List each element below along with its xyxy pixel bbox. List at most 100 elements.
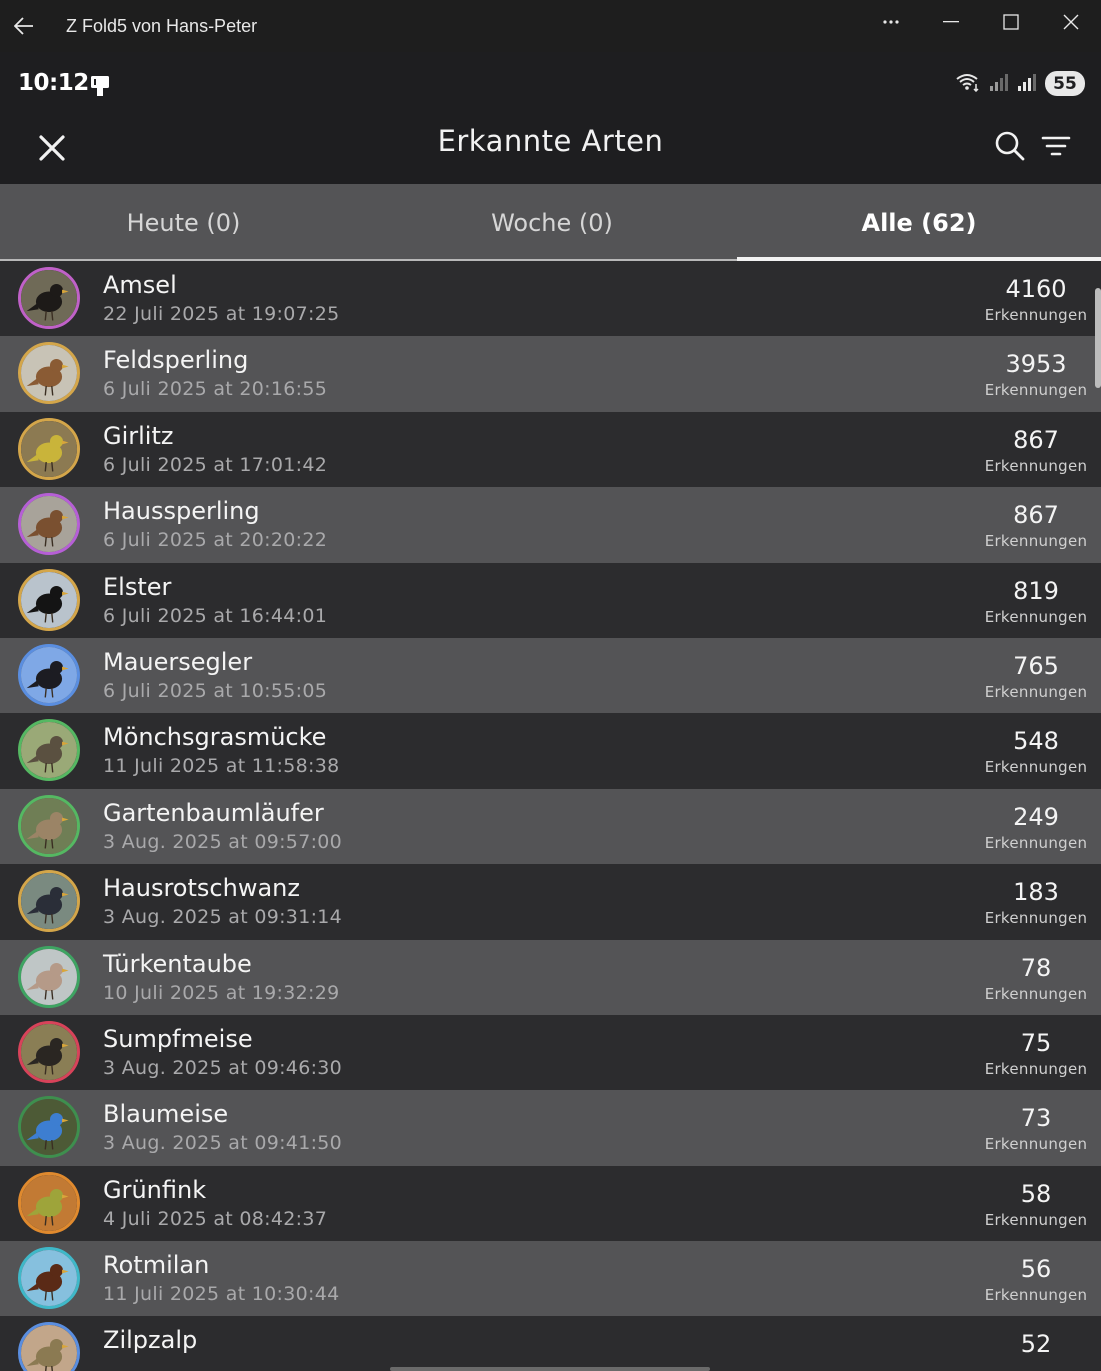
more-options-icon[interactable] xyxy=(861,0,921,44)
species-list[interactable]: Amsel 22 Juli 2025 at 19:07:25 4160 Erkennu… xyxy=(0,261,1101,1371)
species-name: Gartenbaumläufer xyxy=(103,798,324,827)
species-row[interactable]: Hausrotschwanz 3 Aug. 2025 at 09:31:14 183… xyxy=(0,864,1101,940)
bird-avatar xyxy=(18,1171,80,1234)
species-row[interactable]: Amsel 22 Juli 2025 at 19:07:25 4160 Erkennu… xyxy=(0,261,1101,337)
species-name: Türkentaube xyxy=(103,949,252,978)
bird-avatar xyxy=(18,568,80,631)
back-arrow-icon[interactable] xyxy=(0,4,48,48)
wifi-icon xyxy=(955,72,981,96)
species-name: Feldsperling xyxy=(103,346,249,375)
phone-status-bar: 10:12 55 xyxy=(0,52,1101,114)
tab-alle[interactable]: Alle (62) xyxy=(737,184,1101,261)
detection-count-label: Erkennungen xyxy=(984,1135,1088,1154)
last-detection-date: 11 Juli 2025 at 11:58:38 xyxy=(103,755,340,778)
bird-avatar xyxy=(18,1096,80,1159)
bird-avatar xyxy=(18,719,80,782)
window-title: Z Fold5 von Hans-Peter xyxy=(66,15,258,36)
signal-icon-2 xyxy=(1017,73,1037,95)
search-icon[interactable] xyxy=(988,124,1032,168)
species-row[interactable]: Girlitz 6 Juli 2025 at 17:01:42 867 Erkennu… xyxy=(0,411,1101,488)
last-detection-date: 6 Juli 2025 at 20:16:55 xyxy=(103,378,328,401)
species-row[interactable]: Haussperling 6 Juli 2025 at 20:20:22 867 Er… xyxy=(0,487,1101,563)
species-row[interactable]: Elster 6 Juli 2025 at 16:44:01 819 Erkennun… xyxy=(0,562,1101,638)
window-titlebar: Z Fold5 von Hans-Peter xyxy=(0,0,1101,52)
last-detection-date: 10 Juli 2025 at 19:32:29 xyxy=(103,981,340,1004)
bird-avatar xyxy=(18,945,80,1008)
species-name: Hausrotschwanz xyxy=(103,874,300,903)
species-row[interactable]: Rotmilan 11 Juli 2025 at 10:30:44 56 Erkenn… xyxy=(0,1241,1101,1317)
bird-avatar xyxy=(18,870,80,933)
last-detection-date: 6 Juli 2025 at 17:01:42 xyxy=(103,453,328,476)
species-name: Sumpfmeise xyxy=(103,1024,253,1053)
detection-count: 867 xyxy=(1013,501,1059,530)
cast-icon xyxy=(88,74,112,102)
detection-count: 183 xyxy=(1013,878,1059,907)
sort-filter-icon[interactable] xyxy=(1034,124,1078,168)
close-window-icon[interactable] xyxy=(1041,0,1101,44)
species-row[interactable]: Grünfink 4 Juli 2025 at 08:42:37 58 Erkennu… xyxy=(0,1165,1101,1242)
app-bar: Erkannte Arten xyxy=(0,114,1101,184)
detection-count: 867 xyxy=(1013,425,1059,454)
bird-avatar xyxy=(18,1020,80,1083)
species-row[interactable]: Türkentaube 10 Juli 2025 at 19:32:29 78 Erk… xyxy=(0,939,1101,1015)
last-detection-date: 3 Aug. 2025 at 09:46:30 xyxy=(103,1056,343,1079)
last-detection-date: 22 Juli 2025 at 19:07:25 xyxy=(103,303,340,325)
detection-count-label: Erkennungen xyxy=(984,1059,1088,1078)
detection-count: 56 xyxy=(1020,1255,1052,1284)
species-row[interactable]: Gartenbaumläufer 3 Aug. 2025 at 09:57:00 2… xyxy=(0,788,1101,865)
tab-bar: Heute (0) Woche (0) Alle (62) xyxy=(0,184,1101,261)
status-time: 10:12 xyxy=(18,70,89,96)
detection-count: 78 xyxy=(1020,953,1052,982)
detection-count-label: Erkennungen xyxy=(984,1210,1088,1229)
detection-count: 52 xyxy=(1020,1330,1052,1359)
detection-count-label: Erkennungen xyxy=(984,456,1088,475)
species-name: Elster xyxy=(103,572,172,601)
last-detection-date: 3 Aug. 2025 at 09:57:00 xyxy=(103,830,343,853)
species-name: Blaumeise xyxy=(103,1100,229,1129)
detection-count: 819 xyxy=(1013,576,1059,605)
species-name: Grünfink xyxy=(103,1175,207,1204)
species-row[interactable]: Sumpfmeise 3 Aug. 2025 at 09:46:30 75 Erken… xyxy=(0,1014,1101,1091)
battery-indicator: 55 xyxy=(1045,71,1085,96)
maximize-icon[interactable] xyxy=(981,0,1041,44)
species-name: Mauersegler xyxy=(103,647,253,676)
detection-count: 4160 xyxy=(1005,275,1067,303)
detection-count-label: Erkennungen xyxy=(984,682,1088,701)
bird-avatar xyxy=(18,1247,80,1310)
species-name: Girlitz xyxy=(103,421,174,450)
last-detection-date: 4 Juli 2025 at 08:42:37 xyxy=(103,1207,328,1230)
gesture-bar xyxy=(390,1367,710,1371)
detection-count: 3953 xyxy=(1005,350,1067,379)
signal-icon-1 xyxy=(989,73,1009,95)
scrollbar-thumb[interactable] xyxy=(1095,288,1101,388)
bird-avatar xyxy=(18,1322,80,1371)
species-row[interactable]: Mönchsgrasmücke 11 Juli 2025 at 11:58:38 5… xyxy=(0,713,1101,789)
detection-count: 58 xyxy=(1020,1179,1052,1208)
detection-count-label: Erkennungen xyxy=(984,607,1088,626)
detection-count: 75 xyxy=(1020,1028,1052,1057)
tab-heute[interactable]: Heute (0) xyxy=(0,184,367,261)
species-row[interactable]: Blaumeise 3 Aug. 2025 at 09:41:50 73 Erkenn… xyxy=(0,1090,1101,1166)
bird-avatar xyxy=(18,417,80,480)
species-name: Amsel xyxy=(103,271,177,299)
bird-avatar xyxy=(18,267,80,329)
detection-count: 73 xyxy=(1020,1104,1052,1133)
detection-count-label: Erkennungen xyxy=(984,833,1088,852)
detection-count: 765 xyxy=(1013,651,1059,680)
bird-avatar xyxy=(18,493,80,556)
species-row[interactable]: Mauersegler 6 Juli 2025 at 10:55:05 765 Erk… xyxy=(0,637,1101,714)
bird-avatar xyxy=(18,794,80,857)
tab-woche[interactable]: Woche (0) xyxy=(367,184,737,261)
detection-count-label: Erkennungen xyxy=(984,532,1088,551)
last-detection-date: 3 Aug. 2025 at 09:41:50 xyxy=(103,1132,343,1155)
species-row[interactable]: Zilpzalp 52 xyxy=(0,1316,1101,1371)
detection-count: 548 xyxy=(1013,727,1059,756)
detection-count-label: Erkennungen xyxy=(984,306,1088,324)
minimize-icon[interactable] xyxy=(921,0,981,44)
page-title: Erkannte Arten xyxy=(437,124,664,158)
species-name: Mönchsgrasmücke xyxy=(103,723,327,752)
detection-count: 249 xyxy=(1013,802,1059,831)
species-row[interactable]: Feldsperling 6 Juli 2025 at 20:16:55 3953 E… xyxy=(0,336,1101,412)
last-detection-date: 3 Aug. 2025 at 09:31:14 xyxy=(103,906,343,929)
last-detection-date: 6 Juli 2025 at 20:20:22 xyxy=(103,529,328,552)
